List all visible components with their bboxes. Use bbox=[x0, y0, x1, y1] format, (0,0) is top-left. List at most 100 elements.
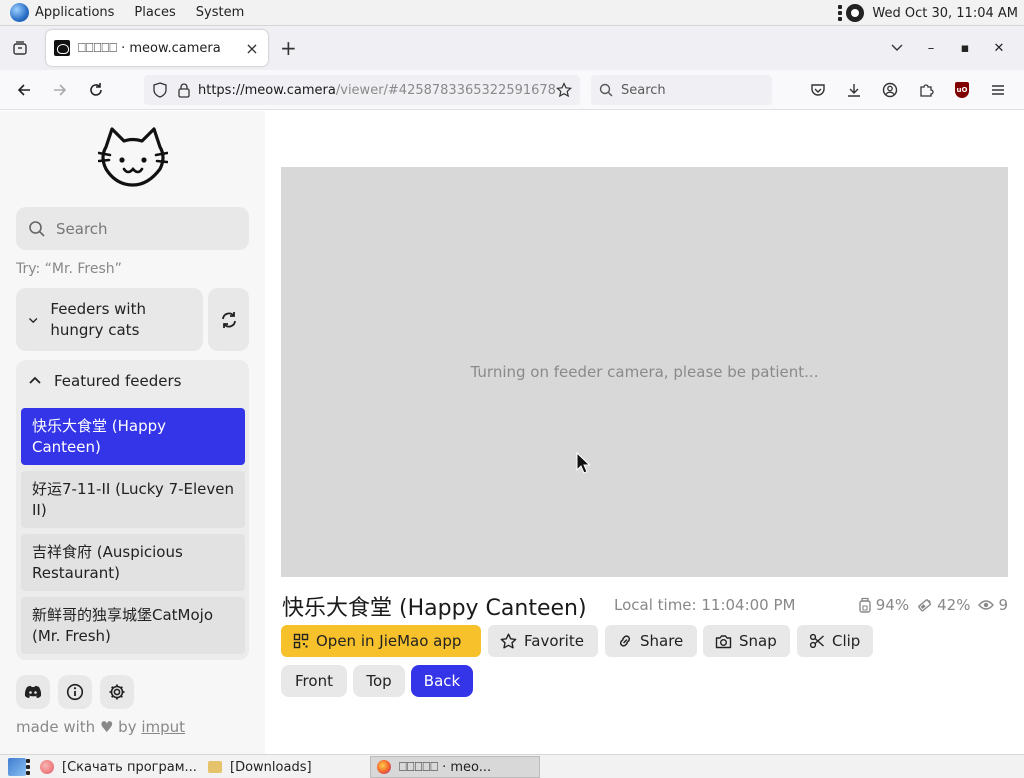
top-panel: Applications Places System Wed Oct 30, 1… bbox=[0, 0, 1024, 26]
heart-icon: ♥ bbox=[99, 718, 114, 736]
mouse-cursor-icon bbox=[576, 452, 590, 474]
account-icon bbox=[882, 82, 898, 98]
meow-camera-logo-icon[interactable] bbox=[98, 127, 168, 191]
pocket-button[interactable] bbox=[800, 74, 836, 106]
bookmark-star-icon[interactable] bbox=[556, 82, 572, 98]
feeder-search-input[interactable]: Search bbox=[16, 207, 249, 250]
camera-icon bbox=[715, 634, 732, 648]
back-button[interactable] bbox=[6, 74, 42, 106]
firefox-icon bbox=[377, 760, 391, 774]
feeder-item-lucky-7-eleven-ii[interactable]: 好运7-11-II (Lucky 7-Eleven II) bbox=[21, 471, 245, 528]
maximize-button[interactable]: ▪ bbox=[948, 41, 982, 56]
eye-icon bbox=[978, 600, 995, 610]
minimize-button[interactable]: – bbox=[914, 41, 948, 56]
os-logo-icon[interactable] bbox=[10, 3, 29, 22]
lock-icon[interactable] bbox=[176, 82, 192, 98]
view-back-button[interactable]: Back bbox=[411, 665, 473, 697]
shield-icon[interactable] bbox=[152, 82, 168, 98]
hungry-cats-group-toggle[interactable]: Feeders with hungry cats bbox=[16, 288, 203, 351]
panel-clock[interactable]: Wed Oct 30, 11:04 AM bbox=[872, 6, 1018, 21]
taskbar-item-downloads[interactable]: [Downloads] bbox=[202, 756, 318, 778]
star-icon bbox=[500, 633, 517, 649]
chevron-up-icon bbox=[29, 376, 41, 384]
camera-viewer[interactable]: Turning on feeder camera, please be pati… bbox=[281, 167, 1008, 577]
feeder-search-placeholder: Search bbox=[56, 219, 108, 238]
open-in-jiemao-app-label: Open in JieMao app bbox=[316, 632, 462, 650]
taskbar-item-downloads-label: [Downloads] bbox=[230, 759, 312, 775]
list-all-tabs-icon[interactable] bbox=[880, 41, 914, 56]
clip-label: Clip bbox=[832, 632, 861, 650]
battery-icon bbox=[918, 599, 932, 612]
made-with-prefix: made with bbox=[16, 718, 96, 736]
hungry-cats-group-label: Feeders with hungry cats bbox=[50, 299, 146, 339]
view-front-button[interactable]: Front bbox=[281, 665, 347, 697]
feeder-item-mr-fresh[interactable]: 新鲜哥的独享城堡CatMojo (Mr. Fresh) bbox=[21, 597, 245, 654]
refresh-button[interactable] bbox=[208, 288, 249, 351]
url-text[interactable]: https://meow.camera/viewer/#425878336532… bbox=[198, 83, 556, 98]
tab-title: ⎕⎕⎕⎕⎕ · meow.camera bbox=[78, 40, 221, 56]
sidebar: Search Try: “Mr. Fresh” Feeders with hun… bbox=[0, 111, 265, 754]
feeder-item-auspicious-restaurant[interactable]: 吉祥食府 (Auspicious Restaurant) bbox=[21, 534, 245, 591]
obs-tray-icon[interactable] bbox=[846, 4, 865, 22]
made-with-by: by bbox=[118, 718, 137, 736]
new-tab-button[interactable]: + bbox=[280, 36, 297, 60]
info-icon bbox=[66, 683, 84, 701]
taskbar-item-download-page[interactable]: [Скачать програм... bbox=[34, 756, 203, 778]
places-menu[interactable]: Places bbox=[134, 5, 175, 20]
link-icon bbox=[619, 635, 631, 647]
active-tab[interactable]: ⎕⎕⎕⎕⎕ · meow.camera × bbox=[46, 30, 268, 66]
featured-feeders-label: Featured feeders bbox=[54, 372, 182, 390]
clip-button[interactable]: Clip bbox=[797, 625, 873, 657]
close-window-button[interactable]: ✕ bbox=[982, 41, 1016, 56]
feeder-item-happy-canteen[interactable]: 快乐大食堂 (Happy Canteen) bbox=[21, 408, 245, 465]
close-tab-icon[interactable]: × bbox=[244, 39, 260, 58]
about-button[interactable] bbox=[58, 675, 92, 709]
url-bar[interactable]: https://meow.camera/viewer/#425878336532… bbox=[144, 75, 580, 105]
arrow-right-icon bbox=[54, 83, 67, 96]
discord-button[interactable] bbox=[16, 675, 50, 709]
open-in-jiemao-app-button[interactable]: Open in JieMao app bbox=[281, 625, 481, 657]
featured-feeders-toggle[interactable]: Featured feeders bbox=[16, 360, 249, 402]
favorite-button[interactable]: Favorite bbox=[488, 625, 598, 657]
downloads-button[interactable] bbox=[836, 74, 872, 106]
snap-button[interactable]: Snap bbox=[703, 625, 790, 657]
scissors-icon bbox=[809, 633, 824, 649]
viewer-status-message: Turning on feeder camera, please be pati… bbox=[470, 363, 819, 381]
browser-search-input[interactable]: Search bbox=[591, 75, 772, 105]
favorite-label: Favorite bbox=[524, 632, 584, 650]
panel-handle-icon bbox=[838, 5, 843, 21]
folder-icon bbox=[208, 761, 222, 773]
qr-code-icon bbox=[293, 633, 309, 649]
chevron-down-icon bbox=[29, 317, 38, 323]
reload-button[interactable] bbox=[78, 74, 114, 106]
featured-feeders-group: Featured feeders 快乐大食堂 (Happy Canteen) 好… bbox=[16, 360, 249, 660]
ublock-origin-icon: uO bbox=[955, 82, 969, 98]
feeder-title: 快乐大食堂 (Happy Canteen) bbox=[282, 596, 587, 621]
taskbar-item-meow-camera[interactable]: ⎕⎕⎕⎕⎕ · meo... bbox=[370, 756, 540, 778]
system-menu[interactable]: System bbox=[196, 5, 244, 20]
nav-bar: https://meow.camera/viewer/#425878336532… bbox=[0, 70, 1024, 110]
view-top-button[interactable]: Top bbox=[353, 665, 405, 697]
tabs-icon bbox=[13, 41, 27, 55]
download-icon bbox=[848, 84, 860, 97]
snap-label: Snap bbox=[739, 632, 777, 650]
applications-menu[interactable]: Applications bbox=[35, 5, 114, 20]
share-button[interactable]: Share bbox=[605, 625, 697, 657]
search-hint: Try: “Mr. Fresh” bbox=[16, 261, 122, 277]
show-desktop-icon bbox=[8, 758, 26, 776]
tab-list-button[interactable] bbox=[0, 26, 40, 70]
refresh-icon bbox=[221, 311, 236, 328]
settings-button[interactable] bbox=[100, 675, 134, 709]
made-with-credit: made with ♥ by imput bbox=[16, 718, 185, 736]
battery-value: 42% bbox=[937, 596, 971, 614]
account-button[interactable] bbox=[872, 74, 908, 106]
imput-link[interactable]: imput bbox=[141, 718, 185, 736]
app-menu-button[interactable] bbox=[980, 74, 1016, 106]
cat-favicon-icon bbox=[54, 40, 70, 56]
search-icon bbox=[29, 220, 45, 237]
forward-button[interactable] bbox=[42, 74, 78, 106]
browser-search-placeholder: Search bbox=[621, 82, 666, 98]
battery-stat: 42% bbox=[917, 596, 970, 614]
ublock-button[interactable]: uO bbox=[944, 74, 980, 106]
extensions-button[interactable] bbox=[908, 74, 944, 106]
